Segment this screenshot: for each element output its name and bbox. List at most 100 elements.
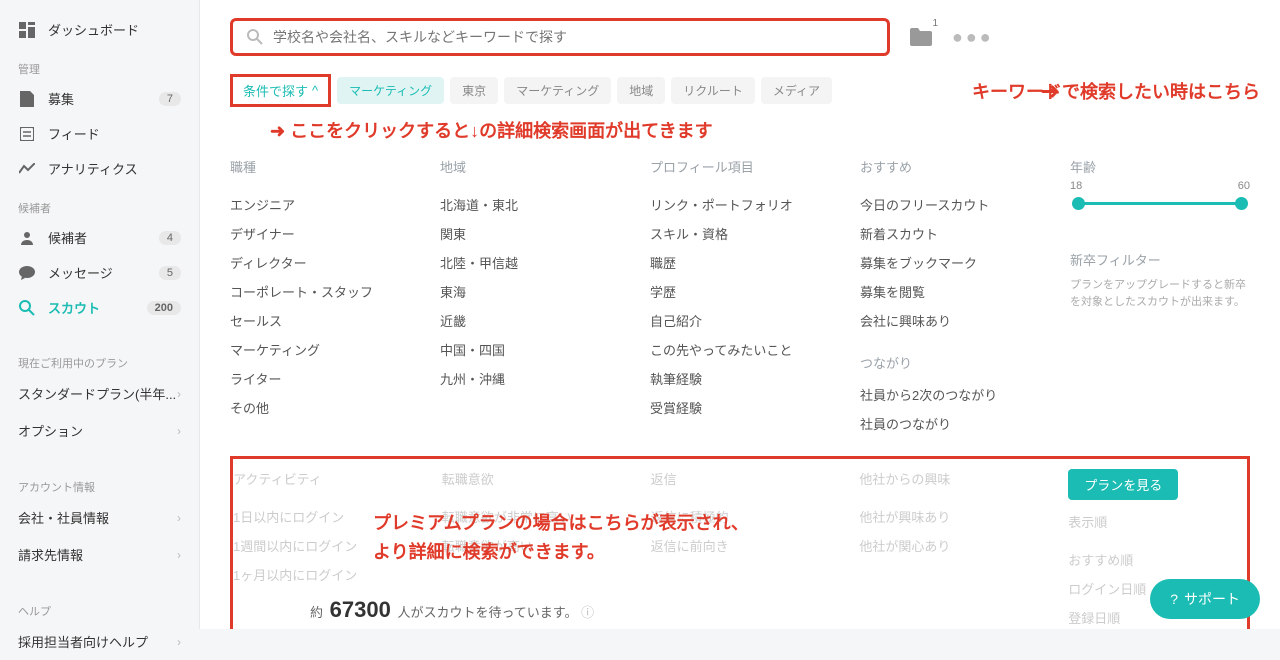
filter-heading: 年齢 (1070, 157, 1250, 176)
filter-heading: 返信 (651, 469, 830, 488)
section-account: アカウント情報 (0, 465, 199, 499)
filter-option[interactable]: 執筆経験 (650, 364, 830, 393)
analytics-icon (18, 160, 36, 178)
nav-dashboard[interactable]: ダッシュボード (0, 12, 199, 47)
filter-option[interactable]: スキル・資格 (650, 219, 830, 248)
annotation-premium: プレミアムプランの場合はこちらが表示され、 より詳細に検索ができます。 (373, 509, 749, 567)
filter-option[interactable]: デザイナー (230, 219, 410, 248)
section-plan: 現在ご利用中のプラン (0, 341, 199, 375)
filter-option[interactable]: 自己紹介 (650, 306, 830, 335)
search-box[interactable] (230, 18, 890, 56)
filter-heading: 表示順 (1068, 512, 1247, 531)
slider-track (1078, 202, 1242, 205)
filter-heading: 職種 (230, 157, 410, 176)
filter-job: 職種 エンジニアデザイナーディレクターコーポレート・スタッフセールスマーケティン… (230, 157, 410, 438)
annotation-search: キーワードで検索したい時はこちら (972, 78, 1260, 104)
annotation-arrow-icon: ➜ (270, 121, 285, 141)
tag-tokyo[interactable]: 東京 (450, 77, 498, 104)
tag-media[interactable]: メディア (761, 77, 832, 104)
filter-option[interactable]: セールス (230, 306, 410, 335)
nav-label: オプション (18, 421, 177, 440)
filter-option[interactable]: 東海 (440, 277, 620, 306)
message-icon (18, 264, 36, 282)
tag-marketing2[interactable]: マーケティング (504, 77, 611, 104)
filter-heading: 地域 (440, 157, 620, 176)
filter-option[interactable]: 今日のフリースカウト (860, 190, 1040, 219)
filter-option[interactable]: おすすめ順 (1068, 545, 1247, 574)
filter-option[interactable]: 他社が興味あり (859, 502, 1038, 531)
top-row: 1 ●●● (230, 18, 1250, 56)
badge: 200 (147, 301, 181, 315)
nav-scout[interactable]: スカウト 200 (0, 290, 199, 325)
filter-option[interactable]: マーケティング (230, 335, 410, 364)
filter-option[interactable]: 他社が関心あり (859, 531, 1038, 560)
filter-option[interactable]: 新着スカウト (860, 219, 1040, 248)
filter-option[interactable]: ディレクター (230, 248, 410, 277)
filter-option[interactable]: 会社に興味あり (860, 306, 1040, 335)
filter-option[interactable]: リンク・ポートフォリオ (650, 190, 830, 219)
nav-messages[interactable]: メッセージ 5 (0, 255, 199, 290)
badge: 5 (159, 266, 181, 280)
filter-option[interactable]: 北陸・甲信越 (440, 248, 620, 277)
filter-heading: 転職意欲 (442, 469, 621, 488)
filter-option[interactable]: 九州・沖縄 (440, 364, 620, 393)
age-slider[interactable]: 18 60 (1070, 190, 1250, 220)
nav-company[interactable]: 会社・社員情報 › (0, 499, 199, 536)
filter-option[interactable]: 募集を閲覧 (860, 277, 1040, 306)
nav-recruit[interactable]: 募集 7 (0, 81, 199, 116)
nav-candidates[interactable]: 候補者 4 (0, 220, 199, 255)
filter-option[interactable]: エンジニア (230, 190, 410, 219)
annotation-click: ➜ ここをクリックすると↓の詳細検索画面が出てきます (270, 117, 1250, 143)
section-candidates: 候補者 (0, 186, 199, 220)
filter-option[interactable]: 学歴 (650, 277, 830, 306)
nav-plan[interactable]: スタンダードプラン(半年... › (0, 375, 199, 412)
filter-option[interactable]: この先やってみたいこと (650, 335, 830, 364)
filter-option[interactable]: 近畿 (440, 306, 620, 335)
support-label: サポート (1184, 589, 1240, 609)
filter-option[interactable]: ライター (230, 364, 410, 393)
folder-button[interactable]: 1 (910, 28, 932, 46)
nav-label: 請求先情報 (18, 545, 177, 564)
view-plan-button[interactable]: プランを見る (1068, 469, 1178, 500)
document-icon (18, 90, 36, 108)
filter-option[interactable]: その他 (230, 393, 410, 422)
filter-option[interactable]: 社員のつながり (860, 409, 1040, 438)
filter-option[interactable]: 社員から2次のつながり (860, 380, 1040, 409)
filter-label: 条件で探す (243, 81, 308, 100)
nav-label: 候補者 (48, 228, 159, 247)
slider-handle-max[interactable] (1235, 197, 1248, 210)
slider-handle-min[interactable] (1072, 197, 1085, 210)
chevron-right-icon: › (177, 511, 181, 525)
tag-recruit[interactable]: リクルート (671, 77, 755, 104)
nav-analytics[interactable]: アナリティクス (0, 151, 199, 186)
tag-region[interactable]: 地域 (617, 77, 665, 104)
filter-recommend: おすすめ 今日のフリースカウト新着スカウト募集をブックマーク募集を閲覧会社に興味… (860, 157, 1040, 438)
filter-option[interactable]: 受賞経験 (650, 393, 830, 422)
filter-heading: つながり (860, 353, 1040, 372)
tag-marketing[interactable]: マーケティング (337, 77, 444, 104)
filter-button[interactable]: 条件で探す ^ (230, 74, 331, 107)
support-button[interactable]: ? サポート (1150, 579, 1260, 619)
filter-option[interactable]: 関東 (440, 219, 620, 248)
filter-heading: おすすめ (860, 157, 1040, 176)
filter-option[interactable]: 職歴 (650, 248, 830, 277)
filter-option[interactable]: コーポレート・スタッフ (230, 277, 410, 306)
filter-option[interactable]: 募集をブックマーク (860, 248, 1040, 277)
badge: 4 (159, 231, 181, 245)
filter-option[interactable]: 中国・四国 (440, 335, 620, 364)
chevron-up-icon: ^ (312, 83, 318, 98)
person-icon (18, 229, 36, 247)
more-icon[interactable]: ●●● (952, 27, 994, 48)
nav-feed[interactable]: フィード (0, 116, 199, 151)
result-count: 約 67300 人がスカウトを待っています。 ⓘ (310, 597, 594, 623)
filter-option[interactable]: 北海道・東北 (440, 190, 620, 219)
nav-label: 募集 (48, 89, 159, 108)
nav-label: フィード (48, 124, 181, 143)
info-icon[interactable]: ⓘ (581, 605, 594, 620)
search-icon (18, 299, 36, 317)
search-input[interactable] (273, 29, 873, 45)
newgrad-desc: プランをアップグレードすると新卒を対象としたスカウトが出来ます。 (1070, 277, 1250, 310)
filter-heading: プロフィール項目 (650, 157, 830, 176)
nav-option[interactable]: オプション › (0, 412, 199, 449)
nav-billing[interactable]: 請求先情報 › (0, 536, 199, 573)
